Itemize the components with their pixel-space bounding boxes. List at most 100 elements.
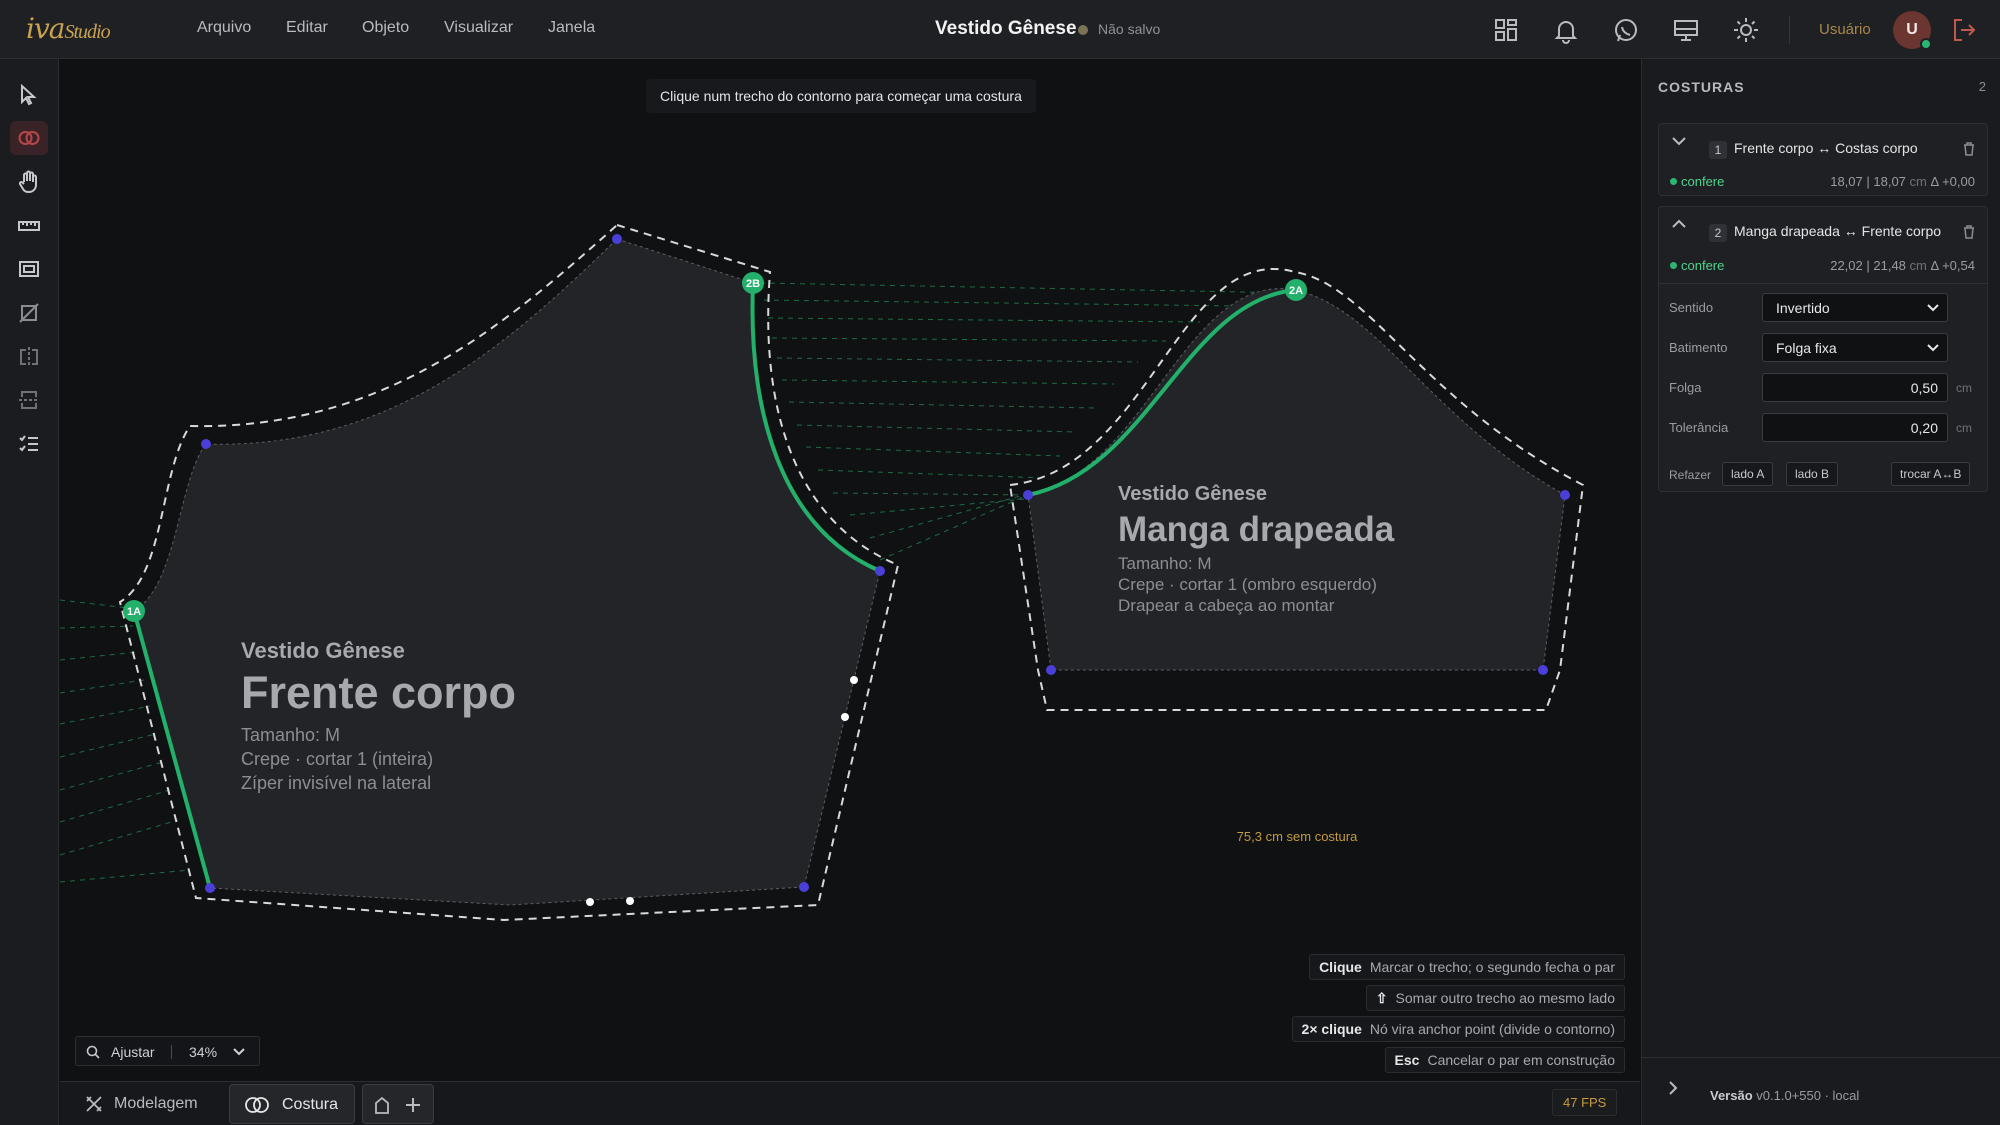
chevron-up-icon[interactable] (1671, 217, 1687, 231)
pointer-icon[interactable] (10, 78, 48, 112)
search-icon (86, 1045, 100, 1059)
seam-measurements: 22,02 | 21,48 cm Δ +0,54 (1830, 258, 1975, 273)
front-piece-name: Frente corpo (241, 667, 516, 718)
panel-title: COSTURAS (1658, 79, 1745, 95)
seam-status: confere (1681, 174, 1725, 189)
save-status: Não salvo (1098, 21, 1161, 37)
align-icon[interactable] (10, 383, 48, 417)
plus-icon[interactable] (404, 1096, 422, 1114)
canvas-drawing[interactable]: 1A 2B 2A Vestido Gênese Frente corpo Tam… (60, 59, 1640, 1081)
chevron-right-icon[interactable] (1666, 1080, 1680, 1096)
folga-label: Folga (1669, 380, 1702, 395)
seam-count: 2 (1978, 79, 1986, 94)
seam-name: Manga drapeada ↔ Frente corpo (1734, 223, 1942, 239)
batimento-label: Batimento (1669, 340, 1728, 355)
no-fill-icon[interactable] (10, 296, 48, 330)
sleeve-size: Tamanho: M (1118, 554, 1212, 573)
pattern-canvas[interactable]: 1A 2B 2A Vestido Gênese Frente corpo Tam… (60, 59, 1640, 1081)
tab-extra[interactable] (362, 1084, 434, 1124)
grid-icon[interactable] (1492, 16, 1520, 44)
tolerancia-label: Tolerância (1669, 420, 1729, 435)
logout-icon[interactable] (1950, 16, 1978, 44)
zoom-divider (171, 1045, 172, 1059)
tolerancia-unit: cm (1956, 421, 1972, 435)
sleeve-fabric: Crepe · cortar 1 (ombro esquerdo) (1118, 575, 1377, 594)
seam-index: 2 (1709, 224, 1727, 242)
version-info: Versão v0.1.0+550 · local (1710, 1088, 1860, 1103)
user-label[interactable]: Usuário (1819, 21, 1871, 38)
menu-visualizar[interactable]: Visualizar (444, 19, 513, 37)
whatsapp-icon[interactable] (1612, 16, 1640, 44)
chevron-down-icon[interactable] (233, 1047, 245, 1057)
ruler-icon[interactable] (10, 209, 48, 243)
tab-modelagem[interactable]: Modelagem (70, 1084, 232, 1124)
menu-arquivo[interactable]: Arquivo (197, 19, 251, 37)
zoom-control[interactable]: Ajustar 34% (75, 1036, 260, 1066)
menu-objeto[interactable]: Objeto (362, 19, 409, 37)
folga-input[interactable]: 0,50 (1762, 373, 1948, 402)
document-title: Vestido Gênese (935, 18, 1077, 39)
shortcut-double-click: 2× clique Nó vira anchor point (divide o … (1291, 1016, 1625, 1042)
trash-icon[interactable] (1963, 225, 1975, 239)
tolerancia-input[interactable]: 0,20 (1762, 413, 1948, 442)
chevron-down-icon[interactable] (1671, 134, 1687, 148)
batimento-select[interactable]: Folga fixa (1762, 333, 1948, 362)
shortcut-esc: Esc Cancelar o par em construção (1384, 1047, 1625, 1073)
sleeve-piece-name: Manga drapeada (1118, 510, 1395, 549)
top-bar: ivaStudio Arquivo Editar Objeto Visualiz… (0, 0, 2000, 59)
fps-counter: 47 FPS (1552, 1089, 1618, 1116)
bell-icon[interactable] (1552, 16, 1580, 44)
front-fabric: Crepe · cortar 1 (inteira) (241, 749, 433, 769)
redo-side-b-button[interactable]: lado B (1786, 462, 1839, 486)
shortcut-shift: ⇧ Somar outro trecho ao mesmo lado (1365, 985, 1625, 1011)
tab-costura[interactable]: Costura (229, 1084, 355, 1124)
seam-tool-icon[interactable] (10, 121, 48, 155)
seam-card-2[interactable]: 2 Manga drapeada ↔ Frente corpo confere … (1658, 206, 1988, 492)
frame-icon[interactable] (10, 252, 48, 286)
chevron-down-icon (1927, 304, 1939, 312)
sun-icon[interactable] (1732, 16, 1760, 44)
app-logo[interactable]: ivaStudio (26, 12, 111, 45)
mirror-icon[interactable] (10, 340, 48, 374)
chevron-down-icon (1927, 344, 1939, 352)
marker-1a[interactable]: 1A (123, 600, 145, 622)
refazer-label: Refazer (1669, 468, 1712, 482)
menu-editar[interactable]: Editar (286, 19, 328, 37)
zoom-fit-button[interactable]: Ajustar (111, 1044, 155, 1060)
online-indicator (1920, 38, 1932, 50)
svg-text:2A: 2A (1289, 285, 1303, 297)
status-dot (1670, 178, 1677, 185)
marker-2b[interactable]: 2B (742, 272, 764, 294)
panel-footer: Versão v0.1.0+550 · local (1642, 1057, 2000, 1125)
toolbar-divider (1789, 16, 1790, 44)
seam-measurements: 18,07 | 18,07 cm Δ +0,00 (1830, 174, 1975, 189)
seam-index: 1 (1709, 141, 1727, 159)
seams-panel: COSTURAS 2 1 Frente corpo ↔ Costas corpo… (1641, 59, 2000, 1125)
rings-icon (245, 1097, 269, 1113)
piece-icon[interactable] (374, 1096, 390, 1114)
svg-text:2B: 2B (746, 278, 760, 290)
status-dot (1670, 262, 1677, 269)
swap-sides-button[interactable]: trocar A↔B (1891, 462, 1971, 486)
zoom-level[interactable]: 34% (189, 1044, 217, 1060)
hand-icon[interactable] (10, 165, 48, 199)
svg-text:1A: 1A (127, 606, 141, 618)
checklist-icon[interactable] (10, 427, 48, 461)
sentido-label: Sentido (1669, 300, 1714, 315)
pattern-icon (86, 1096, 102, 1112)
seam-card-1[interactable]: 1 Frente corpo ↔ Costas corpo confere 18… (1658, 123, 1988, 196)
unsewn-length-label: 75,3 cm sem costura (1237, 829, 1358, 844)
sleeve-note: Drapear a cabeça ao montar (1118, 596, 1335, 615)
marker-2a[interactable]: 2A (1285, 279, 1307, 301)
sentido-select[interactable]: Invertido (1762, 293, 1948, 322)
redo-side-a-button[interactable]: lado A (1722, 462, 1774, 486)
front-note: Zíper invisível na lateral (241, 773, 431, 793)
mode-tabs: Modelagem Costura 47 FPS (60, 1081, 1640, 1125)
front-size: Tamanho: M (241, 725, 340, 745)
seam-name: Frente corpo ↔ Costas corpo (1734, 140, 1918, 156)
monitor-icon[interactable] (1672, 16, 1700, 44)
menu-janela[interactable]: Janela (548, 19, 595, 37)
trash-icon[interactable] (1963, 142, 1975, 156)
folga-unit: cm (1956, 381, 1972, 395)
card-divider (1659, 283, 1987, 284)
